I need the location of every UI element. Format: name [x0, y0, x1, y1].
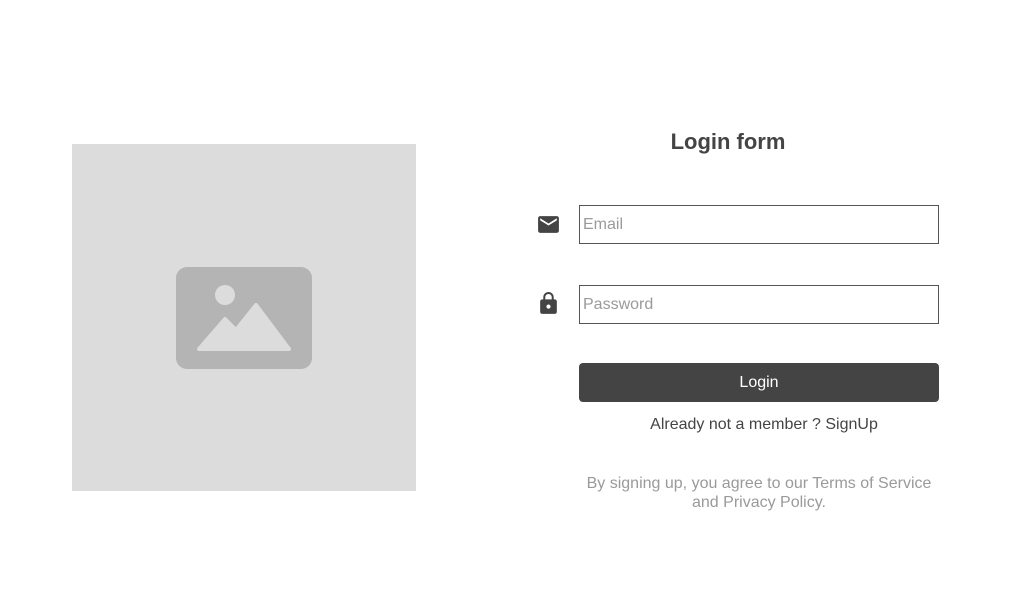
- terms-notice: By signing up, you agree to our Terms of…: [579, 474, 939, 512]
- login-button[interactable]: Login: [579, 363, 939, 402]
- signup-link[interactable]: SignUp: [825, 416, 877, 433]
- privacy-policy-link[interactable]: Privacy Policy: [723, 494, 821, 511]
- image-placeholder: [72, 144, 416, 491]
- terms-of-service-link[interactable]: Terms of Service: [812, 475, 931, 492]
- terms-joiner: and: [692, 494, 719, 511]
- signup-prompt: Already not a member ? SignUp: [579, 415, 949, 434]
- terms-prefix: By signing up, you agree to our: [586, 475, 809, 492]
- lock-icon: [540, 292, 557, 314]
- mail-icon: [538, 216, 559, 233]
- signup-prompt-text: Already not a member ?: [650, 416, 821, 433]
- terms-suffix: .: [821, 494, 826, 511]
- form-title: Login form: [670, 129, 786, 154]
- image-icon: [176, 267, 312, 369]
- password-field[interactable]: [579, 285, 939, 324]
- email-field[interactable]: [579, 205, 939, 244]
